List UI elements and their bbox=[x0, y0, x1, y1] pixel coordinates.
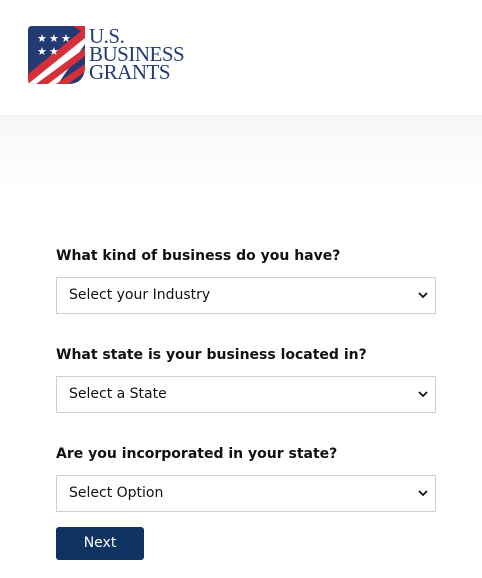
state-question: What state is your business located in? bbox=[56, 347, 367, 363]
industry-select-value: Select your Industry bbox=[69, 287, 211, 303]
grant-eligibility-form: What kind of business do you have? Selec… bbox=[56, 246, 436, 560]
chevron-down-icon bbox=[418, 490, 428, 497]
svg-text:★: ★ bbox=[49, 45, 59, 58]
svg-text:★: ★ bbox=[61, 32, 71, 45]
state-select[interactable]: Select a State bbox=[56, 376, 436, 413]
svg-text:★: ★ bbox=[37, 45, 47, 58]
industry-question: What kind of business do you have? bbox=[56, 248, 341, 264]
incorporation-select-value: Select Option bbox=[69, 485, 164, 501]
incorporation-select[interactable]: Select Option bbox=[56, 475, 436, 512]
next-button[interactable]: Next bbox=[56, 527, 144, 560]
site-header: ★ ★ ★ ★ ★ U.S. BUSINESS GRANTS bbox=[0, 0, 482, 116]
logo-line-grants: GRANTS bbox=[89, 60, 171, 85]
header-shadow-band bbox=[0, 116, 482, 186]
flag-logo-icon: ★ ★ ★ ★ ★ bbox=[28, 26, 85, 84]
incorporation-question: Are you incorporated in your state? bbox=[56, 446, 338, 462]
chevron-down-icon bbox=[418, 292, 428, 299]
state-select-value: Select a State bbox=[69, 386, 167, 402]
chevron-down-icon bbox=[418, 391, 428, 398]
svg-text:★: ★ bbox=[37, 32, 47, 45]
logo-wordmark: U.S. BUSINESS GRANTS bbox=[89, 25, 185, 85]
site-logo[interactable]: ★ ★ ★ ★ ★ U.S. BUSINESS GRANTS bbox=[28, 25, 185, 85]
industry-select[interactable]: Select your Industry bbox=[56, 277, 436, 314]
svg-text:★: ★ bbox=[49, 32, 59, 45]
